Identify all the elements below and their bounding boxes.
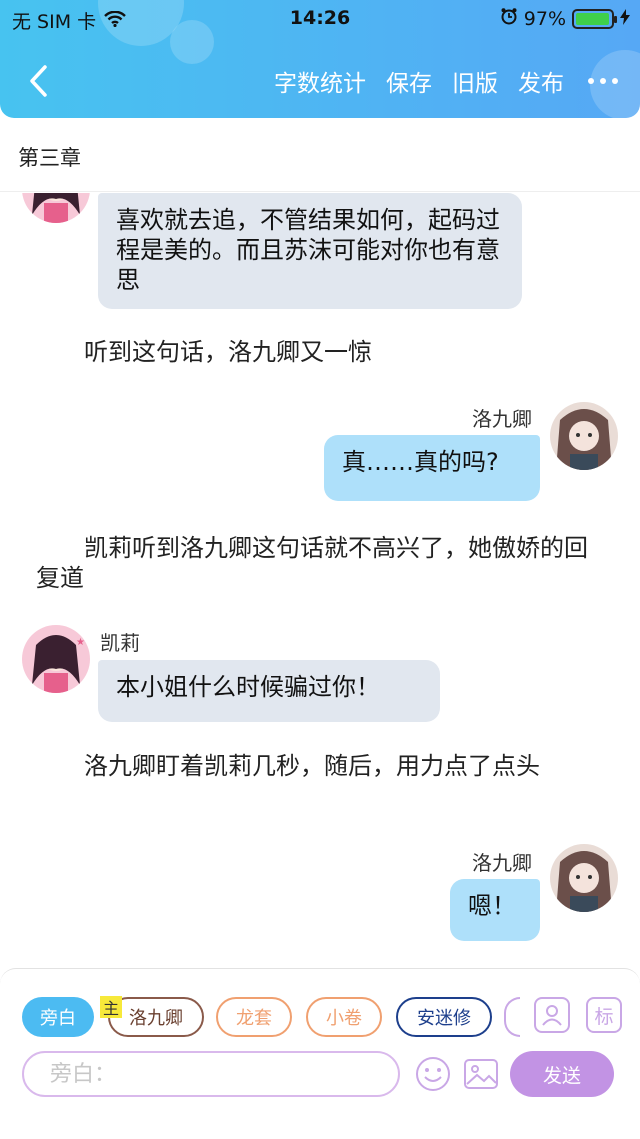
message-bubble[interactable]: 喜欢就去追，不管结果如何，起码过程是美的。而且苏沫可能对你也有意思 xyxy=(98,193,522,309)
message-bubble[interactable]: 真……真的吗? xyxy=(324,435,540,501)
role-longtao[interactable]: 龙套 xyxy=(216,997,292,1037)
svg-text:★: ★ xyxy=(76,637,85,648)
send-button[interactable]: 发送 xyxy=(510,1051,614,1097)
tag-button[interactable]: 标 xyxy=(586,997,622,1033)
back-button[interactable] xyxy=(20,58,56,104)
input-row: 发送 xyxy=(0,1051,640,1111)
alarm-icon xyxy=(500,7,518,30)
battery-icon xyxy=(572,8,617,29)
speaker-name: 洛九卿 xyxy=(472,851,532,875)
publish-button[interactable]: 发布 xyxy=(518,64,564,98)
chapter-title-bar[interactable]: 第三章 xyxy=(0,118,640,192)
avatar-kaili[interactable] xyxy=(22,193,90,223)
more-dots-icon[interactable] xyxy=(584,78,618,84)
charging-icon xyxy=(620,8,630,30)
image-icon[interactable] xyxy=(462,1055,500,1093)
message-bubble[interactable]: 本小姐什么时候骗过你！ xyxy=(98,660,440,722)
role-manage-icon[interactable] xyxy=(534,997,570,1033)
avatar-luojiuqing[interactable] xyxy=(550,844,618,912)
status-bar: 无 SIM 卡 14:26 97% xyxy=(0,0,640,36)
story-content[interactable]: 喜欢就去追，不管结果如何，起码过程是美的。而且苏沫可能对你也有意思 听到这句话，… xyxy=(0,193,640,968)
old-version-button[interactable]: 旧版 xyxy=(452,64,498,98)
content-input[interactable] xyxy=(22,1051,400,1097)
editor-toolbar: 旁白 主 洛九卿 龙套 小卷 安迷修 标 旁白： 发送 xyxy=(0,968,640,1139)
chapter-title: 第三章 xyxy=(18,146,81,170)
main-character-badge: 主 xyxy=(100,996,122,1018)
speaker-name: 凯莉 xyxy=(100,631,140,655)
role-selector: 旁白 主 洛九卿 龙套 小卷 安迷修 标 xyxy=(0,969,640,1055)
avatar-kaili[interactable]: ★ xyxy=(22,625,90,693)
chevron-left-icon xyxy=(30,65,47,97)
battery-level xyxy=(576,12,609,25)
role-luojiuqing[interactable]: 洛九卿 xyxy=(108,997,204,1037)
narration-text[interactable]: 听到这句话，洛九卿又一惊 xyxy=(36,337,604,367)
save-button[interactable]: 保存 xyxy=(386,64,432,98)
role-xiaojuan[interactable]: 小卷 xyxy=(306,997,382,1037)
battery-percent: 97% xyxy=(523,7,566,30)
header: 无 SIM 卡 14:26 97% 字数统计 保存 旧版 发布 xyxy=(0,0,640,118)
role-partial[interactable] xyxy=(504,997,520,1037)
avatar-luojiuqing[interactable] xyxy=(550,402,618,470)
narration-text[interactable]: 洛九卿盯着凯莉几秒，随后，用力点了点头 xyxy=(36,751,604,781)
role-anmixiu[interactable]: 安迷修 xyxy=(396,997,492,1037)
emoji-icon[interactable] xyxy=(414,1055,452,1093)
message-bubble[interactable]: 嗯！ xyxy=(450,879,540,941)
speaker-name: 洛九卿 xyxy=(472,407,532,431)
nav-bar: 字数统计 保存 旧版 发布 xyxy=(0,48,640,118)
word-count-button[interactable]: 字数统计 xyxy=(274,64,366,98)
narration-text[interactable]: 凯莉听到洛九卿这句话就不高兴了，她傲娇的回复道 xyxy=(36,533,604,593)
role-narrator[interactable]: 旁白 xyxy=(22,997,94,1037)
